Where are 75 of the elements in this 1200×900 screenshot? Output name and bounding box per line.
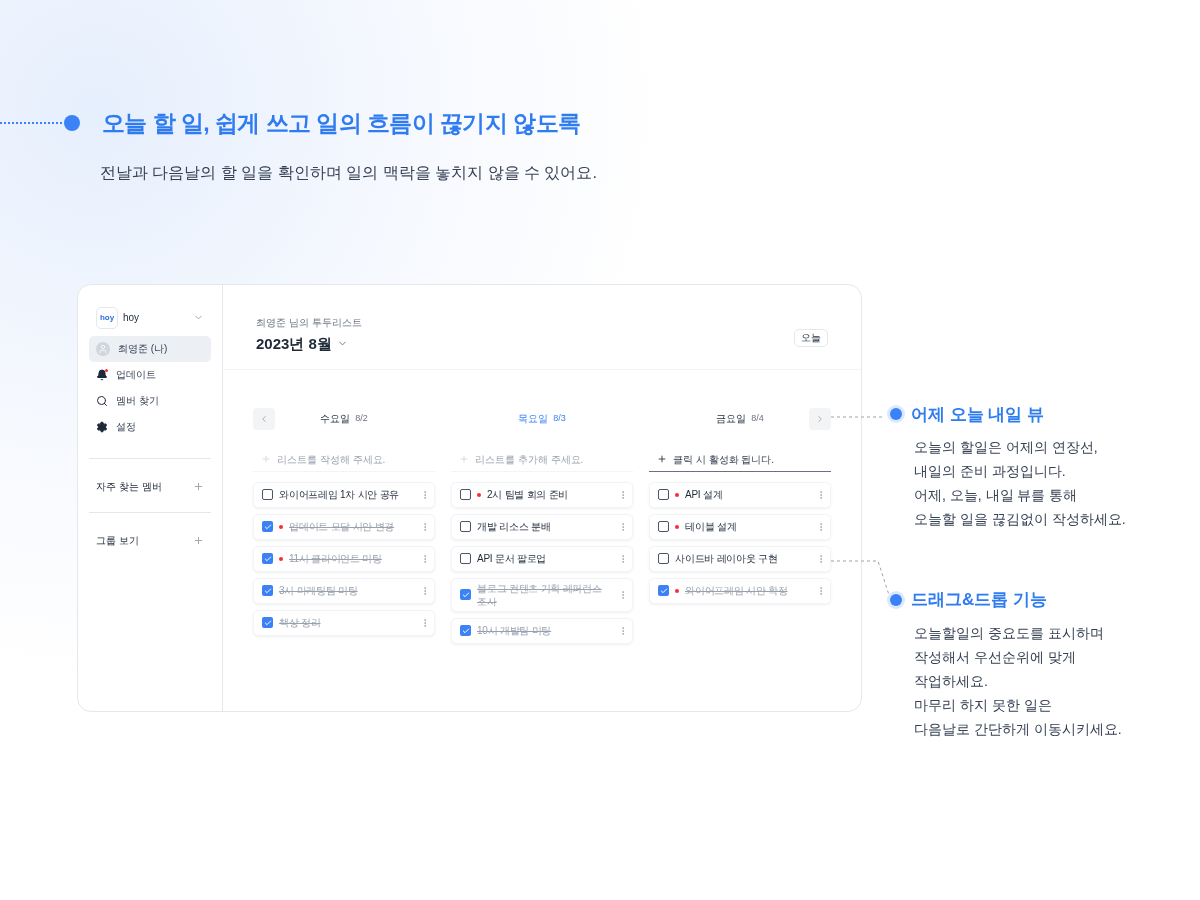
task-text: 10시 개발팀 미팅 — [477, 624, 553, 637]
plus-icon — [459, 454, 469, 464]
day-date: 8/2 — [355, 411, 368, 425]
checkbox[interactable] — [658, 521, 669, 532]
task-card[interactable]: API 설계 — [649, 481, 831, 508]
task-text: API 설계 — [685, 488, 724, 501]
plus-icon — [261, 454, 271, 464]
task-text: 11시 클라이언트 미팅 — [289, 552, 383, 565]
checkbox[interactable] — [658, 585, 669, 596]
task-card[interactable]: 사이드바 레이아웃 구현 — [649, 545, 831, 572]
section-title: 그룹 보기 — [96, 533, 139, 548]
task-card[interactable]: 개발 리소스 분배 — [451, 513, 633, 540]
task-text: 사이드바 레이아웃 구현 — [675, 552, 779, 565]
task-text: API 문서 팔로업 — [477, 552, 548, 565]
task-card[interactable]: 2시 팀별 회의 준비 — [451, 481, 633, 508]
checkbox[interactable] — [262, 553, 273, 564]
previous-button[interactable] — [253, 407, 275, 430]
chevron-left-icon — [259, 413, 269, 424]
task-text: 3시 마케팅팀 미팅 — [279, 584, 359, 597]
task-text: 책상 정리 — [279, 616, 322, 629]
connector-line — [830, 560, 890, 596]
connector-line — [830, 416, 885, 418]
checkbox[interactable] — [262, 521, 273, 532]
chevron-right-icon — [815, 413, 825, 424]
plus-icon — [657, 454, 667, 464]
headline: 오늘 할 일, 쉽게 쓰고 일의 흐름이 끊기지 않도록 — [102, 109, 581, 138]
task-card[interactable]: 와이어프레임 1차 시안 공유 — [253, 481, 435, 508]
task-text: 와이어프레임 시안 확정 — [685, 584, 789, 597]
nav-item[interactable]: 최영준 (나) — [89, 335, 211, 362]
nav-item[interactable]: 업데이트 — [89, 361, 211, 388]
checkbox[interactable] — [460, 553, 471, 564]
owner-caption: 최영준 님의 투두리스트 — [256, 315, 362, 330]
day-label: 수요일 — [320, 412, 351, 426]
task-text: 개발 리소스 분배 — [477, 520, 552, 533]
checkbox[interactable] — [460, 489, 471, 500]
feature-description: 오늘할일의 중요도를 표시하며 작성해서 우선순위에 맞게 작업하세요. 마무리 하지 못한 일은 다음날로 간단하게 이동시키세요. — [914, 623, 1123, 739]
day-label: 금요일 — [716, 412, 747, 426]
search-icon — [96, 394, 108, 407]
nav-item[interactable]: 멤버 찾기 — [89, 387, 211, 414]
feature-description: 오늘의 할일은 어제의 연장선, 내일의 준비 과정입니다. 어제, 오늘, 내일 뷰를 통해 오늘할 일을 끊김없이 작성하세요. — [914, 438, 1126, 529]
add-task-field[interactable]: 클릭 시 활성화 됩니다. — [649, 447, 831, 472]
feature-title: 드래그&드롭 기능 — [911, 589, 1047, 611]
checkbox[interactable] — [262, 617, 273, 628]
task-card[interactable]: 테이블 설계 — [649, 513, 831, 540]
month-title: 2023년 8월 — [256, 333, 332, 354]
checkbox[interactable] — [460, 521, 471, 532]
settings-icon — [96, 420, 108, 433]
today-button[interactable]: 오늘 — [794, 328, 828, 347]
checkbox[interactable] — [460, 589, 471, 600]
add-icon[interactable] — [193, 480, 204, 492]
workspace-name: hoy — [123, 311, 140, 325]
checkbox[interactable] — [262, 585, 273, 596]
feature-title: 어제 오늘 내일 뷰 — [911, 403, 1045, 426]
day-date: 8/3 — [553, 411, 566, 425]
bell-icon — [96, 368, 108, 381]
task-card[interactable]: API 문서 팔로업 — [451, 545, 633, 572]
checkbox[interactable] — [658, 553, 669, 564]
dotted-line — [0, 122, 62, 125]
task-text: 2시 팀별 회의 준비 — [487, 488, 570, 501]
task-text: 와이어프레임 1차 시안 공유 — [279, 488, 401, 501]
logo: hoy — [96, 306, 118, 329]
add-icon[interactable] — [193, 534, 204, 546]
task-text: 테이블 설계 — [685, 520, 738, 533]
next-button[interactable] — [809, 407, 831, 430]
subtitle: 전날과 다음날의 할 일을 확인하며 일의 맥락을 놓치지 않을 수 있어요. — [100, 162, 598, 183]
section-title: 자주 찾는 멤버 — [96, 479, 162, 494]
nav-item[interactable]: 설정 — [89, 413, 211, 440]
task-text: 업데이트 모달 시안 변경 — [289, 520, 396, 533]
checkbox[interactable] — [460, 625, 471, 636]
day-label: 목요일 — [518, 412, 549, 426]
task-text: 블로그 컨텐츠 기획 레퍼런스 조사 — [477, 581, 603, 608]
day-date: 8/4 — [751, 411, 764, 425]
checkbox[interactable] — [658, 489, 669, 500]
checkbox[interactable] — [262, 489, 273, 500]
avatar-icon — [96, 341, 110, 356]
